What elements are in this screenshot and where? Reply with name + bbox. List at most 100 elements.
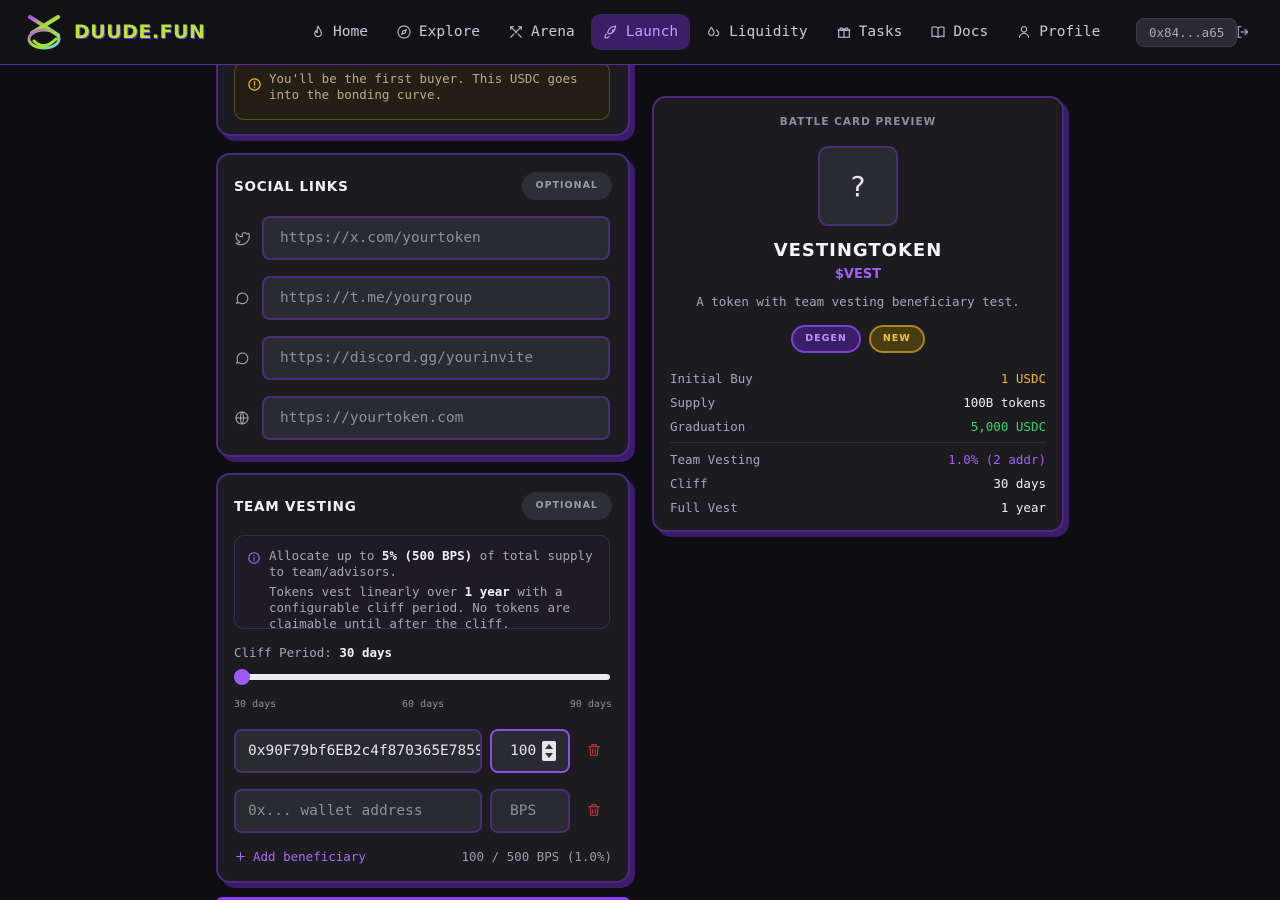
- droplets-icon: [708, 26, 720, 37]
- degen-badge: DEGEN: [791, 325, 861, 353]
- beneficiary-bps-input[interactable]: BPS: [490, 789, 570, 833]
- token-ticker: $VEST: [834, 267, 882, 282]
- social-row-website: https://yourtoken.com: [234, 396, 610, 440]
- info-line2-pre: Tokens vest linearly over: [269, 584, 465, 599]
- telegram-url-input[interactable]: https://t.me/yourgroup: [262, 276, 610, 320]
- nav-profile[interactable]: Profile: [1004, 14, 1112, 50]
- user-icon: [1019, 26, 1030, 38]
- optional-badge: OPTIONAL: [521, 172, 612, 200]
- add-beneficiary-label: Add beneficiary: [253, 849, 366, 864]
- remove-beneficiary-button[interactable]: [586, 802, 602, 818]
- stat-key: Supply: [670, 395, 716, 410]
- optional-badge: OPTIONAL: [521, 492, 612, 520]
- cliff-slider[interactable]: [234, 669, 610, 685]
- stat-key: Full Vest: [670, 500, 738, 515]
- logout-button[interactable]: [1235, 24, 1251, 40]
- nav-home-label: Home: [333, 24, 368, 40]
- stat-value: 30 days: [993, 476, 1046, 491]
- stat-graduation: Graduation 5,000 USDC: [670, 419, 1046, 434]
- discord-icon: [234, 350, 250, 366]
- nav-arena[interactable]: Arena: [496, 14, 587, 50]
- stat-key: Initial Buy: [670, 371, 753, 386]
- beneficiary-address-input[interactable]: 0x90F79bf6EB2c4f870365E785982E1f101E93b9…: [234, 729, 482, 773]
- tick-max: 90 days: [569, 699, 612, 710]
- token-badges: DEGEN NEW: [654, 325, 1062, 353]
- stat-value: 5,000 USDC: [970, 419, 1046, 434]
- beneficiary-bps-value: 100: [510, 743, 537, 759]
- stat-value: 100B tokens: [963, 395, 1046, 410]
- nav-tasks[interactable]: Tasks: [824, 14, 915, 50]
- alert-circle-icon: [247, 77, 262, 92]
- first-buyer-notice-text: You'll be the first buyer. This USDC goe…: [269, 71, 578, 102]
- info-line1-bold: 5% (500 BPS): [381, 548, 473, 563]
- nav-docs[interactable]: Docs: [918, 14, 1000, 50]
- stat-supply: Supply 100B tokens: [670, 395, 1046, 410]
- beneficiary-row: 0x... wallet address BPS: [234, 789, 610, 833]
- stat-key: Team Vesting: [670, 452, 761, 467]
- nav-profile-label: Profile: [1039, 24, 1101, 40]
- nav-explore[interactable]: Explore: [384, 14, 492, 50]
- stat-value: 1 USDC: [1000, 371, 1046, 386]
- stat-value: 1 year: [1000, 500, 1046, 515]
- brand-logo-icon: [27, 15, 61, 50]
- swords-icon: [510, 26, 522, 38]
- bps-total: 100 / 500 BPS (1.0%): [461, 849, 612, 864]
- social-row-twitter: https://x.com/yourtoken: [234, 216, 610, 260]
- team-vesting-title: Team Vesting: [234, 499, 357, 515]
- stat-cliff: Cliff 30 days: [670, 476, 1046, 491]
- stat-value: 1.0% (2 addr): [948, 452, 1046, 467]
- logout-icon: [1237, 26, 1249, 38]
- nav-liquidity[interactable]: Liquidity: [694, 14, 820, 50]
- tick-mid: 60 days: [402, 699, 445, 710]
- new-badge: NEW: [868, 325, 925, 353]
- remove-beneficiary-button[interactable]: [586, 742, 602, 758]
- token-image-placeholder: ?: [818, 146, 898, 226]
- stat-initial-buy: Initial Buy 1 USDC: [670, 371, 1046, 386]
- nav-docs-label: Docs: [953, 24, 989, 40]
- nav-home[interactable]: Home: [298, 14, 380, 50]
- twitter-url-input[interactable]: https://x.com/yourtoken: [262, 216, 610, 260]
- cliff-value: 30 days: [339, 645, 393, 660]
- discord-url-input[interactable]: https://discord.gg/yourinvite: [262, 336, 610, 380]
- social-row-telegram: https://t.me/yourgroup: [234, 276, 610, 320]
- social-links-title: Social Links: [234, 179, 349, 195]
- team-vesting-card: Team Vesting OPTIONAL Allocate up to 5% …: [216, 473, 630, 883]
- info-line1-pre: Allocate up to: [269, 548, 382, 563]
- brand-logo[interactable]: DUUDE.FUN: [24, 11, 205, 53]
- compass-icon: [397, 25, 411, 39]
- nav-launch-label: Launch: [625, 24, 679, 40]
- flame-icon: [314, 25, 322, 38]
- beneficiary-row: 0x90F79bf6EB2c4f870365E785982E1f101E93b9…: [234, 729, 610, 773]
- info-icon: [247, 550, 261, 564]
- social-links-card: Social Links OPTIONAL https://x.com/your…: [216, 153, 630, 457]
- plus-icon: [234, 850, 247, 863]
- telegram-icon: [234, 290, 250, 306]
- stats-divider: [670, 442, 1046, 443]
- wallet-address-button[interactable]: 0x84...a65: [1136, 18, 1238, 47]
- beneficiary-bps-input[interactable]: 100: [490, 729, 570, 773]
- beneficiary-address-input[interactable]: 0x... wallet address: [234, 789, 482, 833]
- vesting-info-box: Allocate up to 5% (500 BPS) of total sup…: [234, 535, 610, 632]
- rocket-icon: [604, 25, 616, 39]
- info-line2-bold: 1 year: [464, 584, 510, 599]
- trash-icon: [588, 804, 600, 816]
- cliff-label-text: Cliff Period:: [234, 645, 332, 660]
- vesting-info-line1: Allocate up to 5% (500 BPS) of total sup…: [269, 548, 599, 580]
- bps-stepper[interactable]: [542, 741, 556, 761]
- twitter-icon: [234, 230, 250, 246]
- website-url-input[interactable]: https://yourtoken.com: [262, 396, 610, 440]
- stat-key: Graduation: [670, 419, 746, 434]
- nav-tasks-label: Tasks: [858, 24, 903, 40]
- vesting-info-line2: Tokens vest linearly over 1 year with a …: [269, 584, 599, 632]
- add-beneficiary-button[interactable]: Add beneficiary: [234, 849, 366, 864]
- nav-launch[interactable]: Launch: [590, 14, 691, 50]
- tick-min: 30 days: [234, 699, 277, 710]
- stat-team-vesting: Team Vesting 1.0% (2 addr): [670, 452, 1046, 467]
- top-nav: DUUDE.FUN Home Explore Arena Launch Liqu…: [0, 0, 1280, 65]
- nav-arena-label: Arena: [531, 24, 575, 40]
- brand-name: DUUDE.FUN: [74, 21, 206, 43]
- cliff-slider-thumb[interactable]: [234, 669, 250, 685]
- token-name: VestingToken: [773, 240, 943, 261]
- nav-explore-label: Explore: [418, 24, 481, 40]
- book-icon: [931, 26, 945, 38]
